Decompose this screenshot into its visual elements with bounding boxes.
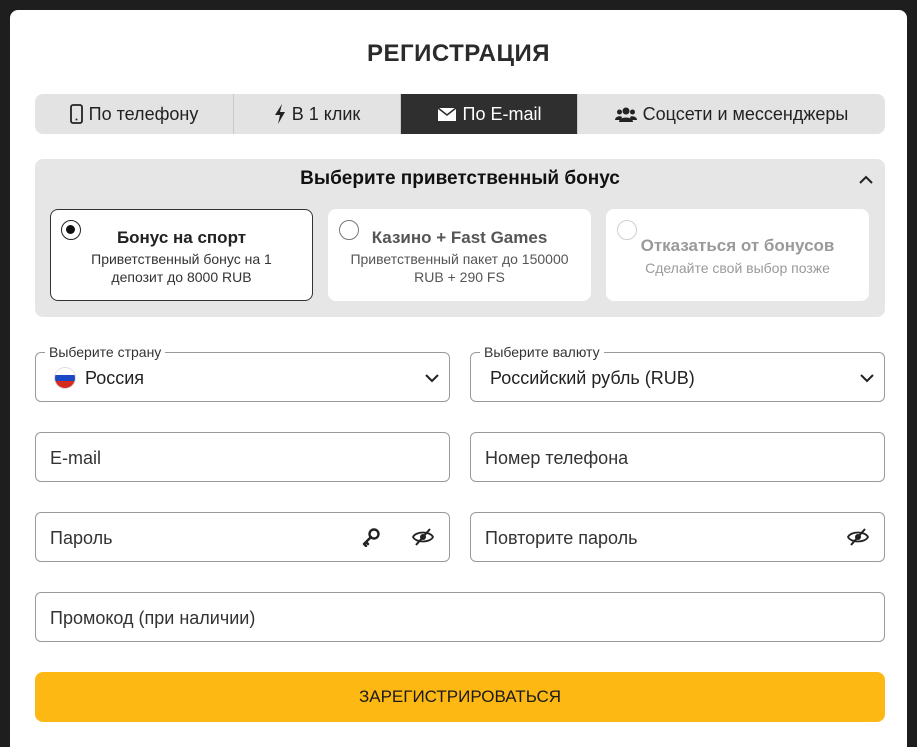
bonus-option-desc: Приветственный бонус на 1 депозит до 800… [91, 251, 272, 285]
tab-label: По E-mail [462, 103, 542, 124]
phone-field[interactable]: Номер телефона [470, 432, 885, 482]
tab-email[interactable]: По E-mail [401, 94, 578, 134]
country-select-label: Выберите страну [45, 343, 166, 361]
password-repeat-placeholder: Повторите пароль [485, 528, 638, 548]
key-icon[interactable] [361, 527, 381, 552]
eye-slash-icon[interactable] [846, 527, 870, 552]
tab-label: Соцсети и мессенджеры [642, 103, 849, 124]
currency-select[interactable]: Выберите валюту Российский рубль (RUB) [470, 343, 885, 402]
lightning-icon [274, 104, 286, 124]
russia-flag-icon [54, 367, 76, 389]
bonus-option-desc: Сделайте свой выбор позже [645, 260, 830, 276]
registration-tabs: По телефону В 1 клик По E-mail Соцсети и… [35, 94, 885, 134]
country-select-value: Россия [85, 368, 145, 388]
smartphone-icon [69, 104, 83, 124]
register-button[interactable]: ЗАРЕГИСТРИРОВАТЬСЯ [35, 672, 885, 722]
tab-label: По телефону [88, 103, 199, 124]
bonus-option-none[interactable]: Отказаться от бонусов Сделайте свой выбо… [606, 209, 869, 301]
bonus-option-title: Отказаться от бонусов [640, 236, 835, 255]
country-select[interactable]: Выберите страну Россия [35, 343, 450, 402]
eye-slash-icon[interactable] [411, 527, 435, 552]
bonus-option-title: Бонус на спорт [116, 228, 247, 247]
registration-modal: РЕГИСТРАЦИЯ По телефону В 1 клик По E-ma… [10, 10, 907, 747]
password-repeat-field[interactable]: Повторите пароль [470, 512, 885, 562]
chevron-up-icon[interactable] [859, 171, 873, 189]
promo-code-placeholder: Промокод (при наличии) [50, 608, 256, 628]
bonus-option-desc: Приветственный пакет до 150000 RUB + 290… [350, 251, 569, 285]
tab-one-click[interactable]: В 1 клик [234, 94, 401, 134]
bonus-heading: Выберите приветственный бонус [300, 168, 620, 189]
bonus-option-casino[interactable]: Казино + Fast Games Приветственный пакет… [328, 209, 591, 301]
password-placeholder: Пароль [50, 528, 113, 548]
chevron-down-icon [425, 370, 439, 388]
page-title: РЕГИСТРАЦИЯ [366, 40, 551, 67]
users-icon [614, 106, 637, 122]
tab-social[interactable]: Соцсети и мессенджеры [578, 94, 885, 134]
tab-label: В 1 клик [291, 103, 361, 124]
bonus-panel: Выберите приветственный бонус Бонус на с… [35, 159, 885, 317]
email-field[interactable]: E-mail [35, 432, 450, 482]
promo-code-field[interactable]: Промокод (при наличии) [35, 592, 885, 642]
password-field[interactable]: Пароль [35, 512, 450, 562]
bonus-option-title: Казино + Fast Games [371, 228, 548, 247]
currency-select-label: Выберите валюту [480, 343, 604, 361]
email-placeholder: E-mail [50, 448, 102, 468]
bonus-option-sport[interactable]: Бонус на спорт Приветственный бонус на 1… [50, 209, 313, 301]
phone-placeholder: Номер телефона [485, 448, 629, 468]
tab-phone[interactable]: По телефону [35, 94, 234, 134]
chevron-down-icon [860, 370, 874, 388]
currency-select-value: Российский рубль (RUB) [490, 368, 695, 388]
envelope-icon [437, 106, 457, 122]
